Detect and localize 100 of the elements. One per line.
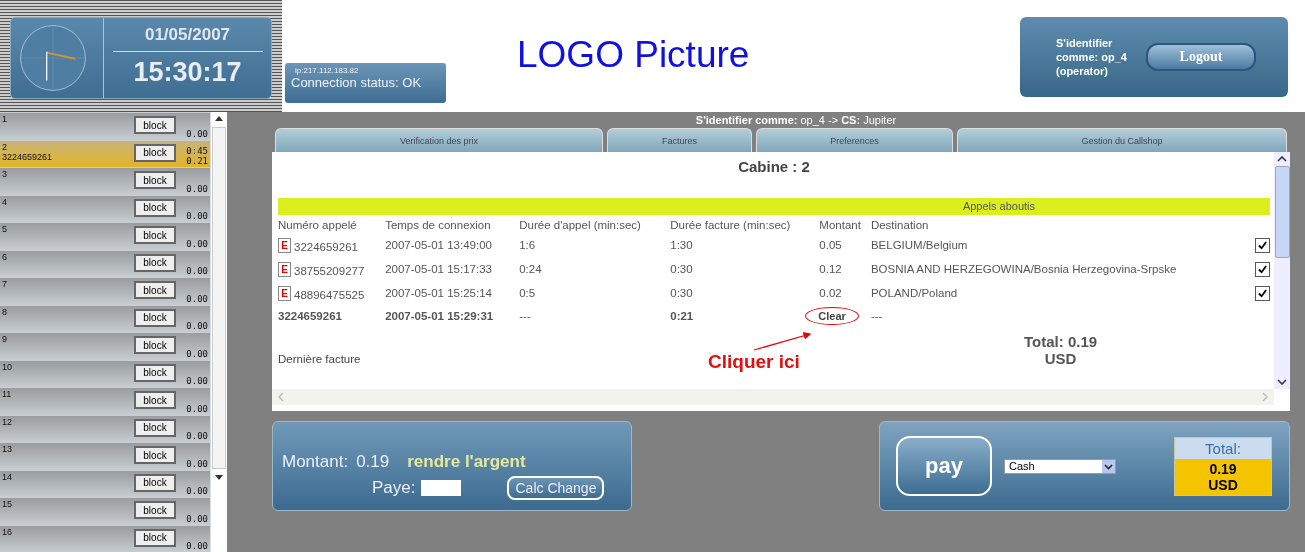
- block-button[interactable]: block: [134, 253, 176, 272]
- block-button[interactable]: block: [134, 336, 176, 354]
- paid-label: Paye:: [372, 478, 416, 498]
- scroll-down-icon[interactable]: [215, 475, 223, 480]
- cabin-number: 11: [2, 389, 13, 399]
- block-button[interactable]: block: [134, 281, 176, 299]
- cabin-row[interactable]: 10 block 0.00: [0, 359, 210, 387]
- cabin-amount: 0.00: [186, 128, 208, 139]
- column-header: Numéro appelé: [278, 215, 386, 233]
- currency-text: USD: [1044, 350, 1077, 367]
- block-button[interactable]: block: [134, 363, 176, 382]
- cabin-number: 15: [2, 499, 13, 509]
- block-button[interactable]: block: [134, 171, 176, 189]
- cabin-amount: 0.00: [186, 513, 208, 524]
- annotation-text: Cliquer ici: [708, 351, 801, 373]
- table-cell: 0:30: [670, 281, 820, 305]
- table-cell-text: 1:6: [519, 238, 537, 253]
- table-cell-text: 2007-05-01 13:49:00: [385, 238, 493, 253]
- last-invoice-label: Dernière facture: [278, 353, 362, 365]
- cabin-row[interactable]: 2 3224659261 block 0:45 0.21: [0, 139, 210, 167]
- cabin-row[interactable]: 15 block 0.00: [0, 497, 210, 525]
- scroll-up-icon[interactable]: [1277, 156, 1287, 162]
- scrollbar[interactable]: [210, 112, 227, 552]
- cabin-row[interactable]: 5 block 0.00: [0, 222, 210, 250]
- cabin-row[interactable]: 11 block 0.00: [0, 387, 210, 415]
- block-button[interactable]: block: [134, 528, 176, 547]
- cabin-row[interactable]: 8 block 0.00: [0, 304, 210, 332]
- tab[interactable]: Factures: [607, 128, 752, 152]
- cabin-row[interactable]: 14 block 0.00: [0, 469, 210, 497]
- cabin-number: 6: [2, 251, 8, 262]
- payment-method-dropdown[interactable]: Cash: [1004, 458, 1116, 474]
- date-text: 01/05/2007: [112, 18, 263, 52]
- clear-button[interactable]: Clear: [805, 307, 859, 325]
- tab[interactable]: Preferences: [756, 128, 953, 152]
- column-header: Durée d'appel (min:sec): [519, 218, 642, 233]
- cabin-amount: 0.00: [186, 486, 208, 496]
- session-info: S'identifier comme: op_4 -> CS: Jupiter: [694, 113, 898, 128]
- e-badge[interactable]: E: [278, 285, 291, 301]
- table-cell-text: ---: [870, 309, 884, 324]
- column-header: Durée facture (min:sec): [670, 218, 792, 233]
- cabin-title: Cabine : 2: [737, 158, 811, 177]
- tab[interactable]: Gestion du Callshop: [957, 128, 1287, 152]
- cabin-number: 14: [2, 471, 13, 482]
- cabin-amount: 0.00: [186, 211, 208, 221]
- cabin-number: 4: [2, 196, 8, 207]
- cabin-row[interactable]: 12 block 0.00: [0, 414, 210, 442]
- table-cell: 3224659261: [278, 305, 386, 327]
- tab[interactable]: Verification des prix: [275, 128, 603, 152]
- cabin-amount: 0.00: [186, 183, 208, 194]
- block-button[interactable]: block: [134, 391, 176, 409]
- amount-label: Montant:: [282, 452, 349, 472]
- table-cell: 2007-05-01 15:17:33: [385, 257, 520, 281]
- checkbox[interactable]: [1255, 237, 1270, 253]
- scroll-up-icon[interactable]: [215, 116, 223, 121]
- paid-field[interactable]: [421, 480, 462, 496]
- calc-change-button[interactable]: Calc Change: [507, 476, 605, 500]
- block-button[interactable]: block: [134, 143, 176, 162]
- table-cell: 2007-05-01 15:29:31: [385, 305, 520, 327]
- cabin-row[interactable]: 9 block 0.00: [0, 332, 210, 360]
- block-button[interactable]: block: [134, 446, 176, 464]
- block-button[interactable]: block: [134, 226, 176, 244]
- table-cell: 3224659261: [294, 240, 358, 253]
- cabin-row[interactable]: 16 block 0.00: [0, 524, 210, 552]
- e-badge[interactable]: E: [278, 261, 291, 277]
- cabin-row[interactable]: 7 block 0.00: [0, 277, 210, 305]
- cabin-row[interactable]: 4 block 0.00: [0, 194, 210, 222]
- cabin-number: 5: [2, 224, 8, 234]
- cabin-row[interactable]: 6 block 0.00: [0, 249, 210, 277]
- block-button[interactable]: block: [134, 473, 176, 492]
- block-button[interactable]: block: [134, 116, 176, 134]
- block-button[interactable]: block: [134, 501, 176, 519]
- cabin-row[interactable]: 3 block 0.00: [0, 167, 210, 195]
- cabin-amount: 0.00: [186, 293, 208, 304]
- pay-button[interactable]: pay: [896, 436, 992, 496]
- scroll-down-icon[interactable]: [1277, 379, 1287, 385]
- return-label: rendre l'argent: [407, 452, 526, 472]
- ip-address: ip:217.112.183.82: [294, 66, 360, 75]
- cabin-number: 7: [2, 279, 8, 289]
- e-badge[interactable]: E: [278, 237, 291, 253]
- cabin-row[interactable]: 1 block 0.00: [0, 112, 210, 140]
- cabin-amount: 0.00: [186, 431, 208, 441]
- cabin-number: 12: [2, 416, 13, 427]
- cabin-row[interactable]: 13 block 0.00: [0, 442, 210, 470]
- table-cell: 0.05: [819, 233, 871, 257]
- table-cell: 2007-05-01 15:25:14: [385, 281, 520, 305]
- table-cell: 0:5: [519, 281, 671, 305]
- section-header: Appels aboutis: [278, 198, 1270, 215]
- checkbox[interactable]: [1255, 261, 1270, 277]
- phone-number: 3224659261: [2, 151, 54, 162]
- call-duration: 0:45: [186, 146, 208, 156]
- block-button[interactable]: block: [134, 198, 176, 217]
- checkbox[interactable]: [1255, 285, 1270, 301]
- block-button[interactable]: block: [134, 418, 176, 437]
- cabin-number: 1: [2, 114, 8, 124]
- cabin-number: 13: [2, 444, 13, 454]
- cabin-amount: 0.00: [186, 321, 208, 331]
- block-button[interactable]: block: [134, 308, 176, 327]
- cabin-number: 2: [2, 141, 8, 152]
- total-label: Total:: [1175, 437, 1271, 459]
- scrollbar[interactable]: [1274, 152, 1290, 389]
